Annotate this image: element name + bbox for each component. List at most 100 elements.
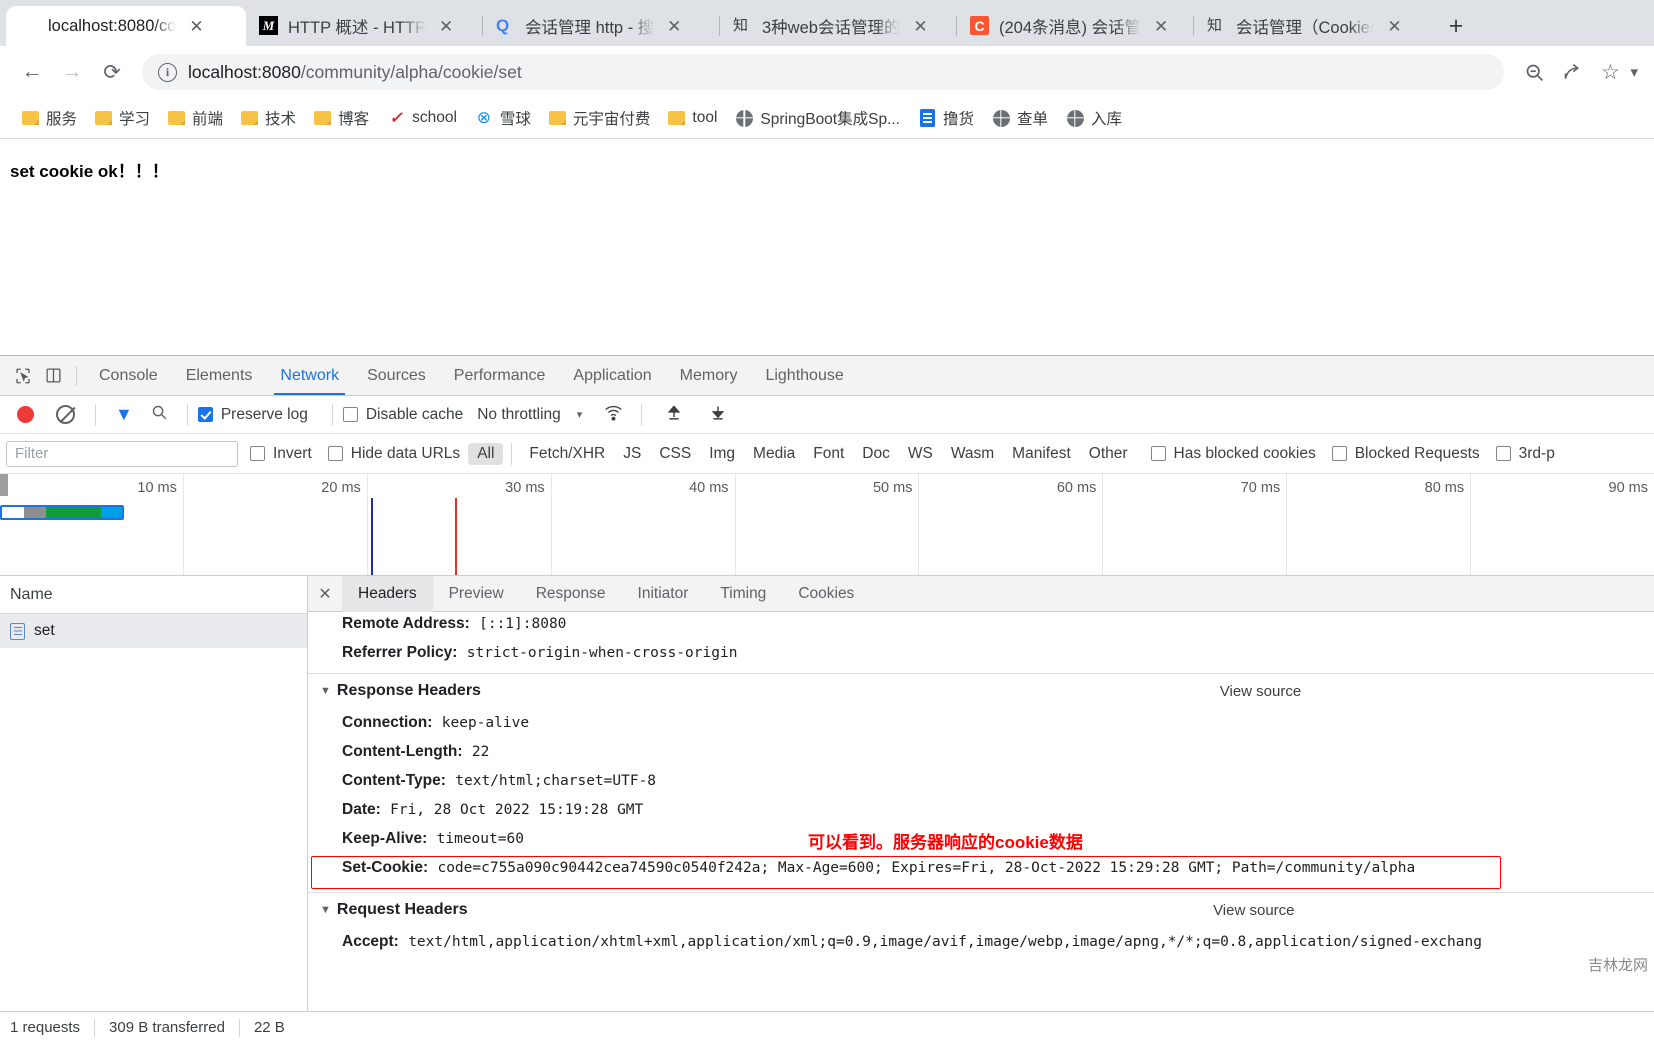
devtools-tab-network[interactable]: Network [266,356,353,395]
bookmark-item[interactable]: 博客 [306,103,377,133]
blocked-requests-toggle[interactable]: Blocked Requests [1331,445,1480,463]
browser-tab-2[interactable]: M HTTP 概述 - HTTP ✕ [246,6,483,46]
devtools-tab-console[interactable]: Console [85,356,172,395]
checkbox-icon[interactable] [197,407,213,422]
bookmark-item[interactable]: 查单 [984,103,1056,133]
triangle-down-icon[interactable]: ▼ [320,685,331,697]
browser-tab-4[interactable]: 知 3种web会话管理的 ✕ [720,6,957,46]
forward-icon[interactable]: → [54,54,90,90]
bookmark-item[interactable]: ✓ school [379,105,465,131]
filter-type-all[interactable]: All [468,442,504,465]
bookmark-item[interactable]: 技术 [233,103,304,133]
checkbox-icon[interactable] [250,446,265,461]
close-icon[interactable]: ✕ [1383,15,1405,37]
invert-toggle[interactable]: Invert [250,445,312,463]
filter-type-img[interactable]: Img [700,443,744,465]
bookmark-item[interactable]: 元宇宙付费 [541,103,659,133]
detail-tab-timing[interactable]: Timing [704,576,782,612]
table-row[interactable]: set [0,614,307,648]
bookmark-item[interactable]: 服务 [14,103,85,133]
request-list-header[interactable]: Name [0,576,307,614]
bookmark-item[interactable]: 入库 [1058,103,1130,133]
export-har-icon[interactable] [710,404,726,426]
bookmark-item[interactable]: SpringBoot集成Sp... [727,103,908,133]
checkbox-icon[interactable] [1331,446,1347,461]
filter-type-css[interactable]: CSS [650,443,700,465]
close-icon[interactable]: ✕ [909,15,931,37]
device-toolbar-icon[interactable] [38,362,68,390]
bookmark-item[interactable]: 学习 [87,103,158,133]
header-row: Date: Fri, 28 Oct 2022 15:19:28 GMT [308,795,1654,824]
detail-tab-headers[interactable]: Headers [342,575,433,612]
checkbox-icon[interactable] [1150,446,1166,461]
has-blocked-cookies-toggle[interactable]: Has blocked cookies [1150,445,1316,463]
search-icon[interactable] [151,404,168,426]
close-icon[interactable]: ✕ [663,15,685,37]
filter-icon[interactable]: ▼ [115,404,133,425]
response-headers-section-header[interactable]: ▼ Response Headers View source [308,674,1654,708]
devtools-tab-lighthouse[interactable]: Lighthouse [751,356,857,395]
checkbox-icon[interactable] [342,407,358,422]
filter-type-fetch-xhr[interactable]: Fetch/XHR [520,443,614,465]
timeline-left-handle[interactable] [0,474,8,496]
bookmark-item[interactable]: 前端 [160,103,231,133]
devtools-tab-performance[interactable]: Performance [440,356,560,395]
disable-cache-toggle[interactable]: Disable cache [342,406,463,424]
browser-tab-1[interactable]: localhost:8080/co ✕ [6,6,246,46]
inspect-element-icon[interactable] [8,362,38,390]
network-conditions-icon[interactable] [604,404,623,426]
bookmark-item[interactable]: 撸货 [910,103,982,133]
browser-menu-icon[interactable]: ▾ [1630,63,1640,81]
share-icon[interactable] [1554,54,1590,90]
browser-tab-6[interactable]: 知 会话管理（Cookie/ ✕ [1194,6,1431,46]
preserve-log-toggle[interactable]: Preserve log [197,406,308,424]
filter-type-other[interactable]: Other [1080,443,1137,465]
throttling-select[interactable]: No throttling [477,406,561,424]
headers-content[interactable]: Remote Address: [::1]:8080 Referrer Poli… [308,612,1654,1011]
checkbox-icon[interactable] [1495,446,1511,461]
site-info-icon[interactable]: i [158,62,177,82]
filter-type-wasm[interactable]: Wasm [942,443,1003,465]
request-headers-section-header[interactable]: ▼ Request Headers View source [308,893,1654,927]
bookmark-item[interactable]: ⊗ 雪球 [467,103,539,133]
view-source-link[interactable]: View source [833,902,1294,919]
address-bar[interactable]: i localhost:8080/community/alpha/cookie/… [142,54,1505,90]
devtools-tab-sources[interactable]: Sources [353,356,440,395]
detail-tab-response[interactable]: Response [520,576,622,612]
filter-type-media[interactable]: Media [744,443,804,465]
back-icon[interactable]: ← [14,54,50,90]
browser-tab-3[interactable]: Q 会话管理 http - 搜 ✕ [483,6,720,46]
filter-type-font[interactable]: Font [804,443,853,465]
filter-type-ws[interactable]: WS [899,443,942,465]
view-source-link[interactable]: View source [840,683,1301,700]
close-icon[interactable]: ✕ [308,576,342,612]
zoom-icon[interactable] [1516,54,1552,90]
detail-tab-cookies[interactable]: Cookies [782,576,870,612]
devtools-tab-application[interactable]: Application [559,356,665,395]
new-tab-button[interactable]: + [1436,9,1476,43]
reload-icon[interactable]: ⟳ [94,54,130,90]
record-button[interactable] [17,406,34,423]
devtools-tab-elements[interactable]: Elements [172,356,267,395]
filter-type-manifest[interactable]: Manifest [1003,443,1080,465]
browser-tab-5[interactable]: C (204条消息) 会话管 ✕ [957,6,1194,46]
network-overview-timeline[interactable]: 10 ms 20 ms 30 ms 40 ms 50 ms 60 ms 70 m… [0,474,1654,576]
chevron-down-icon[interactable]: ▾ [577,408,583,421]
triangle-down-icon[interactable]: ▼ [320,904,331,916]
filter-type-doc[interactable]: Doc [853,443,899,465]
bookmark-item[interactable]: tool [660,105,725,131]
detail-tab-preview[interactable]: Preview [433,576,520,612]
clear-icon[interactable] [56,405,75,424]
third-party-toggle[interactable]: 3rd-p [1495,445,1555,463]
close-icon[interactable]: ✕ [435,15,457,37]
checkbox-icon[interactable] [327,446,343,461]
hide-data-urls-toggle[interactable]: Hide data URLs [327,445,460,463]
filter-input[interactable]: Filter [6,440,238,467]
import-har-icon[interactable] [666,404,682,426]
bookmark-star-icon[interactable]: ☆ [1592,54,1628,90]
devtools-tab-memory[interactable]: Memory [666,356,752,395]
close-icon[interactable]: ✕ [185,15,207,37]
close-icon[interactable]: ✕ [1150,15,1172,37]
detail-tab-initiator[interactable]: Initiator [622,576,705,612]
filter-type-js[interactable]: JS [614,443,650,465]
